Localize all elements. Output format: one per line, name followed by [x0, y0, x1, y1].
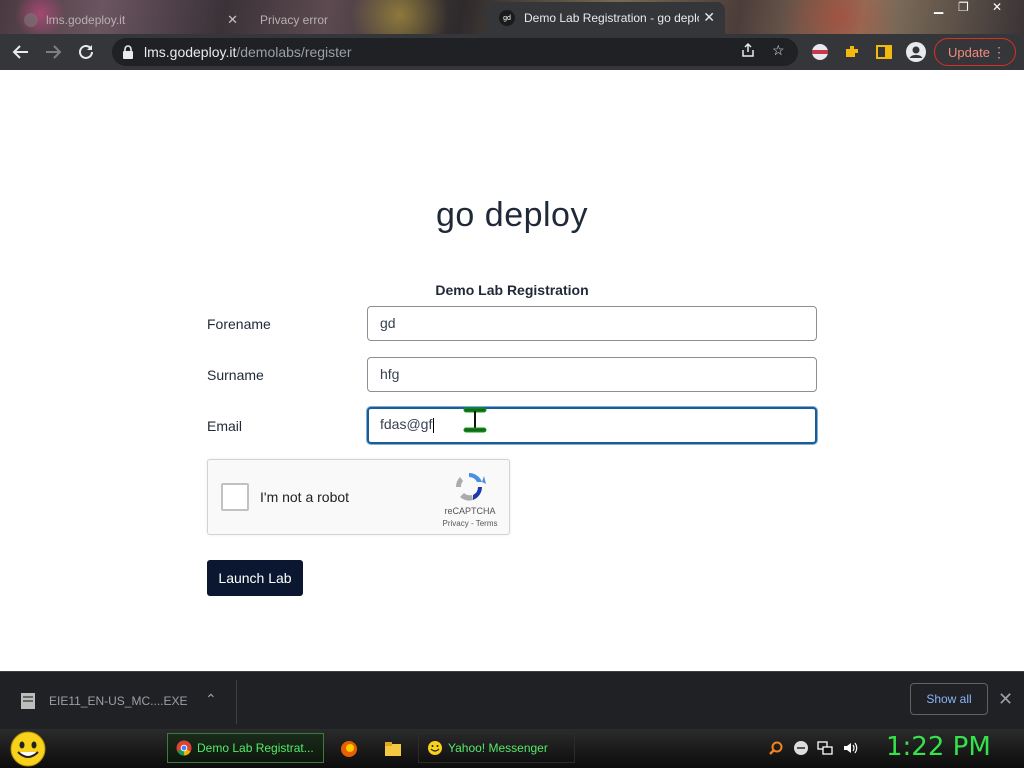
download-file-name[interactable]: EIE11_EN-US_MC....EXE [49, 694, 188, 708]
tab-strip: lms.godeploy.it ✕ Privacy error gd Demo … [0, 0, 1024, 34]
extension-icon[interactable] [811, 43, 829, 61]
close-icon[interactable]: ✕ [998, 689, 1013, 710]
email-label: Email [207, 418, 243, 434]
network-tray-icon[interactable] [817, 740, 833, 756]
text-caret [433, 417, 435, 433]
sidepanel-icon[interactable] [875, 43, 893, 61]
lock-icon[interactable] [122, 45, 134, 59]
volume-icon[interactable] [842, 740, 858, 756]
email-field[interactable]: fdas@gf [367, 407, 817, 444]
firefox-icon[interactable] [340, 740, 358, 758]
brand-logo: go deploy [436, 196, 588, 234]
tab-demo-lab[interactable]: gd Demo Lab Registration - go deploy ✕ [487, 2, 725, 34]
folder-icon[interactable] [384, 740, 402, 758]
tab-favicon-icon [24, 12, 38, 27]
recaptcha-links: Privacy - Terms [440, 519, 500, 528]
download-bar: EIE11_EN-US_MC....EXE ⌃ Show all ✕ [0, 671, 1024, 729]
puzzle-icon[interactable] [843, 43, 861, 61]
yahoo-smiley-icon [428, 741, 442, 755]
form-title: Demo Lab Registration [435, 282, 589, 298]
update-label: Update [948, 44, 990, 60]
update-button[interactable]: Update ⋮ [934, 38, 1016, 66]
page-content: go deploy Demo Lab Registration Forename… [0, 70, 1024, 671]
recaptcha-link-sep: - [468, 519, 476, 528]
kebab-menu-icon[interactable]: ⋮ [992, 44, 1006, 61]
surname-label: Surname [207, 367, 264, 383]
minimize-icon[interactable]: ▁ [934, 0, 943, 14]
close-icon[interactable]: ✕ [227, 12, 238, 28]
taskbar: Demo Lab Registrat... Yahoo! Messenger 1… [0, 729, 1024, 768]
forename-value: gd [380, 315, 396, 331]
restore-icon[interactable]: ❐ [958, 0, 969, 14]
recaptcha-privacy-link[interactable]: Privacy [443, 519, 469, 528]
close-window-icon[interactable]: ✕ [992, 0, 1002, 14]
recaptcha-brand: reCAPTCHA [444, 506, 496, 516]
chrome-icon [176, 740, 192, 756]
task-label: Demo Lab Registrat... [197, 741, 314, 755]
recaptcha-label: I'm not a robot [260, 489, 350, 505]
show-all-button[interactable]: Show all [910, 683, 988, 715]
ibeam-cursor-icon [463, 407, 487, 433]
tab-title: lms.godeploy.it [46, 12, 126, 27]
tab-title: Demo Lab Registration - go deploy [524, 11, 699, 25]
share-icon[interactable] [740, 42, 756, 61]
recaptcha-logo-icon [455, 473, 486, 501]
surname-field[interactable]: hfg [367, 357, 817, 392]
task-chrome[interactable]: Demo Lab Registrat... [167, 733, 324, 763]
star-icon[interactable]: ☆ [772, 42, 785, 59]
chevron-up-icon[interactable]: ⌃ [205, 691, 217, 708]
taskbar-clock: 1:22 PM [886, 732, 991, 762]
yahoo-smiley-icon[interactable] [8, 730, 48, 768]
recaptcha-checkbox[interactable] [221, 483, 249, 511]
browser-toolbar: lms.godeploy.it/demolabs/register ☆ Upda… [0, 34, 1024, 70]
divider [236, 680, 237, 724]
profile-icon[interactable] [906, 42, 926, 62]
file-icon [21, 693, 35, 709]
search-tray-icon[interactable] [768, 740, 784, 756]
address-bar[interactable]: lms.godeploy.it/demolabs/register [112, 38, 798, 66]
close-icon[interactable]: ✕ [703, 9, 715, 26]
forward-arrow-icon[interactable] [41, 40, 65, 64]
tab-lms[interactable]: lms.godeploy.it ✕ [14, 5, 246, 34]
forename-label: Forename [207, 316, 271, 332]
surname-value: hfg [380, 366, 400, 382]
reload-icon[interactable] [74, 40, 98, 64]
url-host: lms.godeploy.it [144, 44, 237, 60]
url-path: /demolabs/register [236, 44, 352, 60]
launch-lab-button[interactable]: Launch Lab [207, 560, 303, 596]
back-arrow-icon[interactable] [9, 40, 33, 64]
task-yahoo-messenger[interactable]: Yahoo! Messenger [418, 733, 575, 763]
forename-field[interactable]: gd [367, 306, 817, 341]
email-value: fdas@gf [380, 416, 433, 432]
tab-favicon-icon: gd [499, 10, 515, 26]
recaptcha-widget: I'm not a robot reCAPTCHA Privacy - Term… [207, 459, 510, 535]
tab-privacy-error[interactable]: Privacy error [250, 5, 482, 34]
tab-title: Privacy error [260, 12, 329, 27]
recaptcha-terms-link[interactable]: Terms [476, 519, 498, 528]
status-tray-icon[interactable] [793, 740, 809, 756]
task-label: Yahoo! Messenger [448, 741, 548, 755]
